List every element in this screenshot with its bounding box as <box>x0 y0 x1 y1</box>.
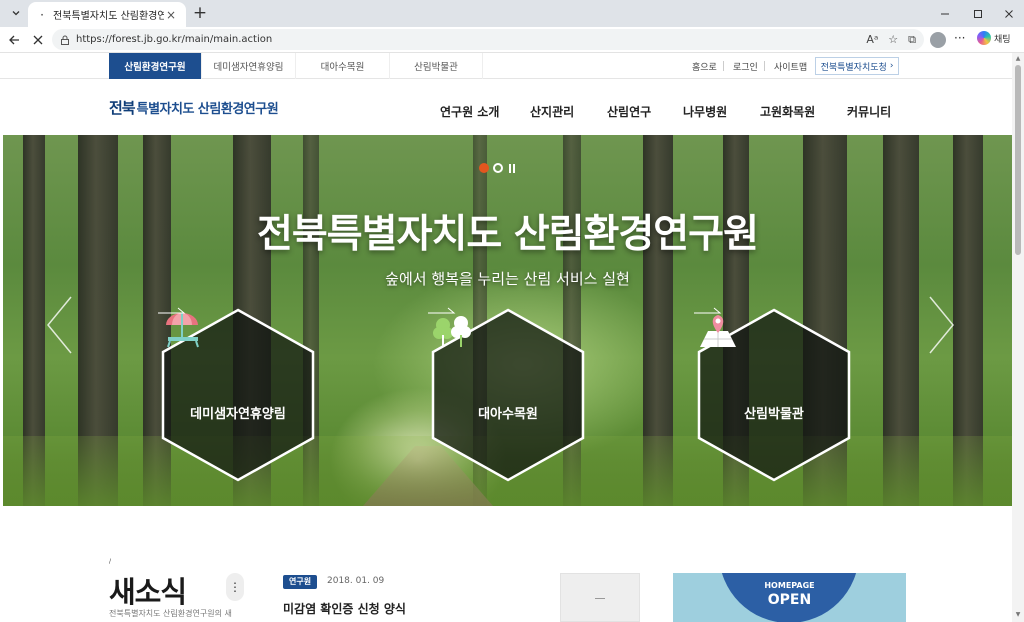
hex-card-forest-museum[interactable]: 산림박물관 <box>694 307 854 483</box>
site-info-icon[interactable] <box>60 35 70 45</box>
new-tab-button[interactable]: + <box>190 3 210 23</box>
main-header: 전북 특별자치도 산림환경연구원 연구원 소개 산지관리 산림연구 나무병원 고… <box>0 79 1012 135</box>
site-logo[interactable]: 전북 특별자치도 산림환경연구원 <box>109 97 279 118</box>
maximize-button[interactable] <box>963 0 993 27</box>
arrow-right-icon <box>694 307 722 314</box>
stop-loading-button[interactable] <box>28 30 48 50</box>
arrow-right-icon <box>158 307 186 314</box>
slide-next-arrow-icon[interactable] <box>928 295 956 355</box>
web-page: 산림환경연구원 데미샘자연휴양림 대아수목원 산림박물관 홈으로 로그인 사이트… <box>0 53 1012 622</box>
loading-dot-icon: · <box>40 7 44 22</box>
sitemap-link[interactable]: 사이트맵 <box>774 60 807 73</box>
scroll-down-icon[interactable]: ▼ <box>1014 611 1022 618</box>
site-tab-demisaem[interactable]: 데미샘자연휴양림 <box>202 53 296 79</box>
province-site-link[interactable]: 전북특별자치도청 › <box>815 57 899 75</box>
banner-line1: HOMEPAGE <box>764 581 815 590</box>
chevron-right-icon: › <box>889 61 894 71</box>
top-utility-bar: 산림환경연구원 데미샘자연휴양림 대아수목원 산림박물관 홈으로 로그인 사이트… <box>0 53 1012 79</box>
section-deco-mark: / <box>109 558 112 565</box>
hero-slider: 전북특별자치도 산림환경연구원 숲에서 행복을 누리는 산림 서비스 실현 데미… <box>3 135 1012 506</box>
thumbnail-placeholder <box>595 598 605 599</box>
site-tab-daea-arboretum[interactable]: 대아수목원 <box>296 53 390 79</box>
hex-card-label: 대아수목원 <box>478 407 538 422</box>
login-link[interactable]: 로그인 <box>733 60 758 73</box>
hex-card-demisaem[interactable]: 데미샘자연휴양림 <box>158 307 318 483</box>
slide-dot-1[interactable] <box>479 163 489 173</box>
category-badge: 연구원 <box>283 575 318 589</box>
back-button[interactable] <box>4 30 24 50</box>
logo-text: 특별자치도 산림환경연구원 <box>136 102 279 117</box>
nav-forest-land[interactable]: 산지관리 <box>530 103 574 120</box>
more-vertical-icon[interactable]: ⋮ <box>226 573 244 601</box>
read-aloud-icon[interactable]: Aᵃ <box>866 33 878 46</box>
tab-close-icon[interactable]: × <box>164 8 178 22</box>
nav-forest-research[interactable]: 산림연구 <box>607 103 651 120</box>
profile-avatar-icon[interactable] <box>930 32 946 48</box>
url-field[interactable]: https://forest.jb.go.kr/main/main.action… <box>52 29 924 50</box>
tab-list-chevron-icon[interactable] <box>6 4 26 22</box>
news-date: 2018. 01. 09 <box>327 576 385 586</box>
slide-dot-2[interactable] <box>493 163 503 173</box>
nav-institute-intro[interactable]: 연구원 소개 <box>440 103 499 120</box>
url-text: https://forest.jb.go.kr/main/main.action <box>76 34 273 45</box>
pause-icon[interactable] <box>509 163 515 173</box>
hero-title: 전북특별자치도 산림환경연구원 <box>257 212 759 257</box>
copilot-chat-button[interactable]: 채팅 <box>977 31 1011 45</box>
slide-prev-arrow-icon[interactable] <box>45 295 73 355</box>
hex-card-label: 산림박물관 <box>744 407 804 422</box>
util-divider <box>764 61 765 71</box>
news-section-description: 전북특별자치도 산림환경연구원의 새 <box>109 609 232 618</box>
address-bar-row: https://forest.jb.go.kr/main/main.action… <box>0 27 1024 53</box>
arrow-right-icon <box>428 307 456 314</box>
site-tab-forest-museum[interactable]: 산림박물관 <box>390 53 483 79</box>
copilot-label: 채팅 <box>994 34 1011 45</box>
logo-mark: 전북 <box>109 99 136 117</box>
more-options-icon[interactable]: ··· <box>954 31 965 45</box>
hex-card-daea-arboretum[interactable]: 대아수목원 <box>428 307 588 483</box>
util-divider <box>723 61 724 71</box>
province-link-label: 전북특별자치도청 <box>820 62 887 73</box>
news-section: / 새소식 전북특별자치도 산림환경연구원의 새 ⋮ 연구원 2018. 01.… <box>0 506 1012 622</box>
nav-highland-garden[interactable]: 고원화목원 <box>760 103 815 120</box>
news-section-title: 새소식 <box>109 575 187 609</box>
collections-icon[interactable]: ⧉ <box>908 33 916 47</box>
close-window-button[interactable] <box>994 0 1024 27</box>
homepage-open-banner[interactable]: HOMEPAGE OPEN <box>673 573 906 622</box>
site-tab-forest-institute[interactable]: 산림환경연구원 <box>109 53 202 79</box>
tab-title: 전북특별자치도 산림환경연구원 <box>53 11 164 22</box>
nav-tree-hospital[interactable]: 나무병원 <box>683 103 727 120</box>
copilot-icon <box>977 31 991 45</box>
page-scrollbar[interactable]: ▲ ▼ <box>1012 53 1024 622</box>
scroll-thumb[interactable] <box>1015 65 1021 255</box>
browser-tab-active[interactable]: · 전북특별자치도 산림환경연구원 × <box>28 2 186 27</box>
nav-community[interactable]: 커뮤니티 <box>847 103 891 120</box>
banner-line2: OPEN <box>767 592 812 608</box>
favorite-star-icon[interactable]: ☆ <box>888 33 898 46</box>
browser-tabstrip: · 전북특별자치도 산림환경연구원 × + <box>0 0 1024 27</box>
home-link[interactable]: 홈으로 <box>692 60 717 73</box>
news-thumbnail[interactable] <box>560 573 640 622</box>
minimize-button[interactable] <box>930 0 960 27</box>
news-headline-link[interactable]: 미감염 확인증 신청 양식 <box>283 600 406 617</box>
hero-subtitle: 숲에서 행복을 누리는 산림 서비스 실현 <box>385 270 630 288</box>
hex-card-label: 데미샘자연휴양림 <box>190 407 286 422</box>
slide-pagination <box>479 163 515 173</box>
scroll-up-icon[interactable]: ▲ <box>1014 55 1022 62</box>
